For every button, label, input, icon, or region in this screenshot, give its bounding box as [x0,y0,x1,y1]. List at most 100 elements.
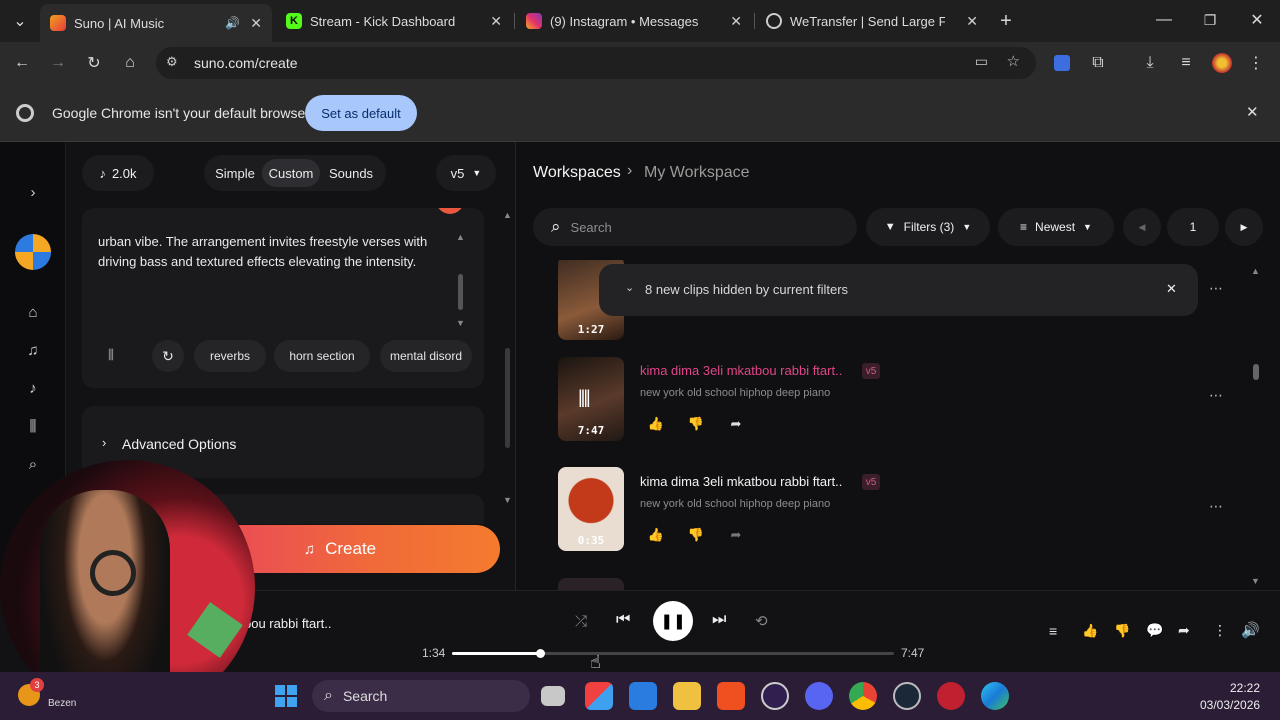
clock-date[interactable]: 03/03/2026 [1200,698,1260,712]
progress-handle[interactable] [536,649,545,658]
clip-thumbnail[interactable]: |||| 7:47 [558,357,624,441]
search-input[interactable]: Search [571,220,612,235]
close-tab-icon[interactable]: ✕ [250,15,262,32]
clip-style[interactable]: new york old school hiphop deep piano [640,498,830,510]
dismiss-banner-icon[interactable]: ✕ [1166,281,1177,297]
task-view-icon[interactable] [541,686,565,706]
extensions-puzzle-icon[interactable]: ⧉ [1086,51,1110,75]
steam-icon[interactable] [893,682,921,710]
list-scrollbar[interactable] [1253,364,1259,380]
scroll-down-icon[interactable]: ▼ [456,318,465,328]
reload-icon[interactable]: ↻ [82,51,106,75]
dislike-icon[interactable]: 👎 [683,522,709,548]
clip-title[interactable]: kima dima 3eli mkatbou rabbi ftart.. [640,363,842,378]
next-track-icon[interactable]: ⏭ [712,611,726,629]
chrome-menu-icon[interactable]: ⋮ [1244,51,1268,75]
close-infobar-icon[interactable]: ✕ [1246,103,1259,121]
tab-kick[interactable]: K Stream - Kick Dashboard ✕ [276,6,512,36]
start-windows-icon[interactable] [272,682,300,710]
chevron-down-icon[interactable]: ⌄ [625,281,634,294]
expand-sidebar-icon[interactable]: › [21,180,45,204]
speaker-icon[interactable]: 🔊 [225,16,240,30]
home-icon[interactable]: ⌂ [118,51,142,75]
chrome-icon[interactable] [849,682,877,710]
mode-custom[interactable]: Custom [262,159,320,187]
refresh-tags-icon[interactable]: ↻ [152,340,184,372]
comment-icon[interactable]: 💬 [1146,622,1163,639]
forward-icon[interactable]: → [46,51,70,75]
now-playing-title[interactable]: bou rabbi ftart.. [244,616,331,631]
more-options-icon[interactable]: ⋯ [1206,498,1226,518]
set-default-button[interactable]: Set as default [305,95,417,131]
filters-button[interactable]: ▼ Filters (3) ▼ [866,208,990,246]
new-tab-icon[interactable]: + [994,9,1018,33]
minimize-icon[interactable]: — [1152,8,1176,32]
shuffle-icon[interactable]: ⤮ [575,613,587,630]
panel-scrollbar[interactable] [505,348,510,448]
more-options-icon[interactable]: ⋯ [1206,280,1226,300]
like-icon[interactable]: 👍 [643,411,669,437]
discord-icon[interactable] [805,682,833,710]
home-icon[interactable]: ⌂ [21,300,45,324]
scroll-up-icon[interactable]: ▲ [456,232,465,242]
mode-simple[interactable]: Simple [210,159,260,187]
more-options-icon[interactable]: ⋮ [1213,622,1227,639]
search-icon[interactable]: ⌕ [21,452,45,476]
panel-scroll-down-icon[interactable]: ▼ [503,495,512,505]
library-icon[interactable]: ⫼ [108,347,114,363]
clip-thumbnail[interactable] [558,578,624,590]
site-info-icon[interactable]: ⚙ [166,54,178,70]
share-icon[interactable]: ➦ [723,522,749,548]
next-page-button[interactable]: ▶ [1225,208,1263,246]
taskbar-search[interactable]: ⌕ Search [312,680,530,712]
tab-wetransfer[interactable]: WeTransfer | Send Large Files Fa ✕ [756,6,988,36]
download-icon[interactable]: ⤓ [1138,51,1162,75]
app-icon[interactable] [937,682,965,710]
textarea-scrollbar[interactable] [458,274,463,310]
mode-sounds[interactable]: Sounds [322,159,380,187]
tab-instagram[interactable]: (9) Instagram • Messages ✕ [516,6,752,36]
install-app-icon[interactable]: ▭ [975,53,988,70]
progress-track[interactable] [452,649,894,658]
dislike-icon[interactable]: 👎 [683,411,709,437]
previous-track-icon[interactable]: ⏮ [616,611,630,629]
pause-button[interactable]: ❚❚ [653,601,693,641]
tab-suno[interactable]: Suno | AI Music 🔊 ✕ [40,4,272,42]
tab-search-chevron-icon[interactable]: ⌄ [8,9,32,33]
breadcrumb-root[interactable]: Workspaces [533,164,621,182]
prev-page-button[interactable]: ◀ [1123,208,1161,246]
brave-icon[interactable] [717,682,745,710]
close-tab-icon[interactable]: ✕ [490,13,502,30]
profile-avatar-icon[interactable] [1210,51,1234,75]
widgets-icon[interactable] [585,682,613,710]
clock-time[interactable]: 22:22 [1230,681,1260,695]
tag-chip[interactable]: reverbs [194,340,266,372]
list-scroll-up-icon[interactable]: ▲ [1251,266,1260,276]
style-textarea[interactable]: urban vibe. The arrangement invites free… [98,232,448,272]
volume-icon[interactable]: 🔊 [1241,621,1260,639]
search-box[interactable]: ⌕ Search [533,208,857,246]
sort-button[interactable]: ≡ Newest ▼ [998,208,1114,246]
file-explorer-icon[interactable] [673,682,701,710]
model-selector[interactable]: v5 ▼ [436,155,496,191]
panel-scroll-up-icon[interactable]: ▲ [503,210,512,220]
close-tab-icon[interactable]: ✕ [966,13,978,30]
page-number[interactable]: 1 [1167,208,1219,246]
close-window-icon[interactable]: ✕ [1245,8,1269,32]
clip-title[interactable]: kima dima 3eli mkatbou rabbi ftart.. [640,474,842,489]
back-icon[interactable]: ← [10,51,34,75]
suno-logo[interactable] [15,234,51,270]
repeat-icon[interactable]: ⟲ [755,612,768,630]
tag-chip[interactable]: mental disord [380,340,472,372]
clip-style[interactable]: new york old school hiphop deep piano [640,387,830,399]
clip-thumbnail[interactable]: 0:35 [558,467,624,551]
studio-icon[interactable]: ♪ [21,376,45,400]
address-bar[interactable]: ⚙ suno.com/create ▭ ☆ [156,47,1036,79]
create-music-icon[interactable]: ♫ [21,338,45,362]
library-icon[interactable]: ⫼ [21,414,45,438]
list-scroll-down-icon[interactable]: ▼ [1251,576,1260,586]
store-icon[interactable] [629,682,657,710]
weather-widget[interactable]: 3 Bezen [18,678,78,712]
dislike-icon[interactable]: 👎 [1114,623,1130,639]
share-icon[interactable]: ➦ [723,411,749,437]
